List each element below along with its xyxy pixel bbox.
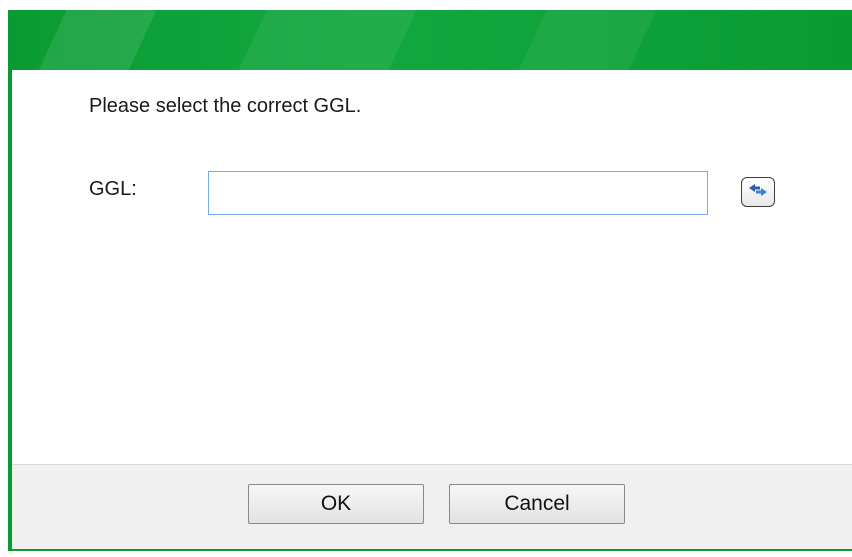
- title-bar-sheen: [495, 10, 671, 70]
- dialog-content: Please select the correct GGL. GGL:: [12, 70, 852, 464]
- window-frame-bottom: [8, 549, 852, 551]
- refresh-button[interactable]: [741, 177, 775, 207]
- refresh-icon: [747, 180, 769, 205]
- dialog-window: Please select the correct GGL. GGL: OK C…: [0, 0, 852, 557]
- ggl-input[interactable]: [208, 171, 708, 215]
- button-bar: OK Cancel: [12, 464, 852, 550]
- cancel-button[interactable]: Cancel: [449, 484, 625, 524]
- title-bar-sheen: [15, 10, 171, 70]
- title-bar-sheen: [215, 10, 431, 70]
- title-bar[interactable]: [8, 10, 852, 70]
- prompt-text: Please select the correct GGL.: [89, 95, 362, 117]
- ggl-label: GGL:: [89, 178, 137, 200]
- ok-button[interactable]: OK: [248, 484, 424, 524]
